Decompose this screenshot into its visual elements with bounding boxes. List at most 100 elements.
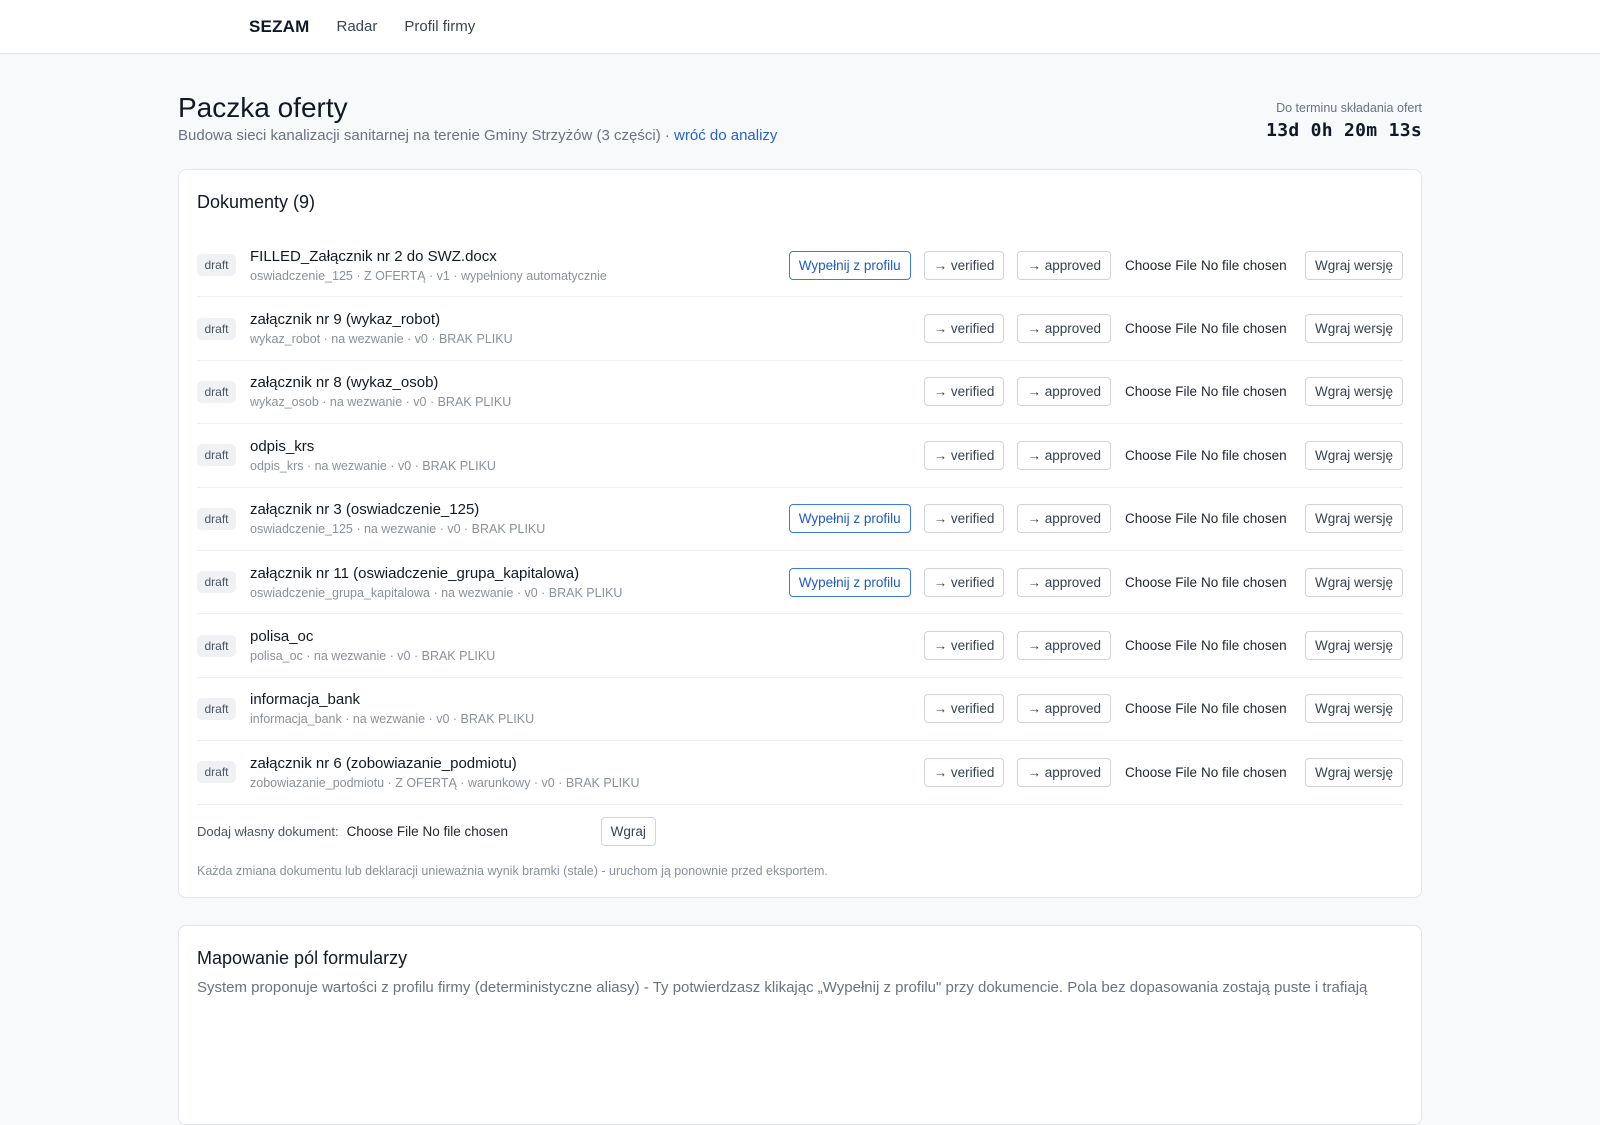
top-navigation: SEZAM Radar Profil firmy <box>0 0 1600 54</box>
mark-verified-button[interactable]: → verified <box>923 504 1005 534</box>
upload-version-button[interactable]: Wgraj wersję <box>1304 440 1403 470</box>
document-name: odpis_krs <box>250 437 315 455</box>
mark-approved-button[interactable]: → approved <box>1017 377 1111 407</box>
version-file-input[interactable]: Choose File No file chosen <box>1125 321 1305 336</box>
fill-from-profile-button[interactable]: Wypełnij z profilu <box>788 250 911 280</box>
upload-version-button[interactable]: Wgraj wersję <box>1304 694 1403 724</box>
main-content: Paczka oferty Budowa sieci kanalizacji s… <box>178 54 1422 1125</box>
mark-approved-button[interactable]: → approved <box>1017 250 1111 280</box>
document-row: draft załącznik nr 9 (wykaz_robot) wykaz… <box>197 297 1403 361</box>
version-file-input[interactable]: Choose File No file chosen <box>1125 258 1305 273</box>
no-file-label: No file chosen <box>1201 764 1287 780</box>
no-file-label: No file chosen <box>1201 384 1287 400</box>
document-row: draft polisa_oc polisa_oc · na wezwanie … <box>197 614 1403 678</box>
choose-file-label: Choose File <box>1124 384 1198 400</box>
page-header: Paczka oferty Budowa sieci kanalizacji s… <box>178 54 1422 169</box>
status-badge: draft <box>197 317 236 340</box>
document-meta: wykaz_osob · na wezwanie · v0 · BRAK PLI… <box>250 395 512 410</box>
no-file-label: No file chosen <box>1201 701 1287 717</box>
mark-approved-button[interactable]: → approved <box>1017 314 1111 344</box>
document-actions: Wypełnij z profilu → verified → approved… <box>788 567 1403 597</box>
nav-link-radar[interactable]: Radar <box>337 18 378 35</box>
field-mapping-card: Mapowanie pól formularzy System proponuj… <box>178 925 1422 1125</box>
choose-file-label: Choose File <box>1124 701 1198 717</box>
mark-verified-button[interactable]: → verified <box>923 314 1005 344</box>
upload-version-button[interactable]: Wgraj wersję <box>1304 250 1403 280</box>
version-file-input[interactable]: Choose File No file chosen <box>1125 701 1305 716</box>
mark-verified-button[interactable]: → verified <box>923 377 1005 407</box>
choose-file-label: Choose File <box>1124 574 1198 590</box>
version-file-input[interactable]: Choose File No file chosen <box>1125 384 1305 399</box>
upload-version-button[interactable]: Wgraj wersję <box>1304 567 1403 597</box>
status-badge: draft <box>197 507 236 530</box>
document-actions: → verified → approved Choose File No file… <box>923 314 1403 344</box>
mark-verified-button[interactable]: → verified <box>923 694 1005 724</box>
add-document-label: Dodaj własny dokument: <box>197 824 339 840</box>
document-name: FILLED_Załącznik nr 2 do SWZ.docx <box>250 247 497 265</box>
page-title: Paczka oferty <box>178 92 348 123</box>
add-document-file-input[interactable]: Choose File No file chosen <box>347 824 601 839</box>
document-list: draft FILLED_Załącznik nr 2 do SWZ.docx … <box>197 234 1403 805</box>
choose-file-label: Choose File <box>1124 257 1198 273</box>
choose-file-label: Choose File <box>346 824 419 840</box>
status-badge: draft <box>197 634 236 657</box>
upload-version-button[interactable]: Wgraj wersję <box>1304 757 1403 787</box>
document-name: załącznik nr 9 (wykaz_robot) <box>250 311 441 329</box>
add-custom-document: Dodaj własny dokument: Choose File No fi… <box>197 817 1403 847</box>
mark-verified-button[interactable]: → verified <box>923 440 1005 470</box>
document-row: draft informacja_bank informacja_bank · … <box>197 678 1403 742</box>
mark-verified-button[interactable]: → verified <box>923 250 1005 280</box>
version-file-input[interactable]: Choose File No file chosen <box>1125 575 1305 590</box>
version-file-input[interactable]: Choose File No file chosen <box>1125 638 1305 653</box>
fill-from-profile-button[interactable]: Wypełnij z profilu <box>788 567 911 597</box>
document-meta: wykaz_robot · na wezwanie · v0 · BRAK PL… <box>250 332 513 347</box>
document-actions: → verified → approved Choose File No file… <box>923 440 1403 470</box>
document-name: polisa_oc <box>250 628 314 646</box>
mark-verified-button[interactable]: → verified <box>923 757 1005 787</box>
choose-file-label: Choose File <box>1124 638 1198 654</box>
tender-name: Budowa sieci kanalizacji sanitarnej na t… <box>178 127 675 144</box>
document-actions: → verified → approved Choose File No file… <box>923 757 1403 787</box>
document-info: załącznik nr 9 (wykaz_robot) wykaz_robot… <box>250 311 924 346</box>
version-file-input[interactable]: Choose File No file chosen <box>1125 448 1305 463</box>
document-actions: → verified → approved Choose File No file… <box>923 694 1403 724</box>
document-info: polisa_oc polisa_oc · na wezwanie · v0 ·… <box>250 628 924 663</box>
mark-verified-button[interactable]: → verified <box>923 631 1005 661</box>
document-actions: → verified → approved Choose File No file… <box>923 377 1403 407</box>
document-row: draft załącznik nr 8 (wykaz_osob) wykaz_… <box>197 361 1403 425</box>
mark-approved-button[interactable]: → approved <box>1017 440 1111 470</box>
document-info: załącznik nr 11 (oswiadczenie_grupa_kapi… <box>250 565 789 600</box>
mark-approved-button[interactable]: → approved <box>1017 504 1111 534</box>
upload-version-button[interactable]: Wgraj wersję <box>1304 631 1403 661</box>
document-name: informacja_bank <box>250 691 361 709</box>
upload-version-button[interactable]: Wgraj wersję <box>1304 377 1403 407</box>
version-file-input[interactable]: Choose File No file chosen <box>1125 765 1305 780</box>
brand-logo[interactable]: SEZAM <box>249 17 310 37</box>
mark-verified-button[interactable]: → verified <box>923 567 1005 597</box>
stale-gate-note: Każda zmiana dokumentu lub deklaracji un… <box>197 863 828 878</box>
mark-approved-button[interactable]: → approved <box>1017 631 1111 661</box>
status-badge: draft <box>197 254 236 277</box>
choose-file-label: Choose File <box>1124 511 1198 527</box>
no-file-label: No file chosen <box>1201 638 1287 654</box>
mark-approved-button[interactable]: → approved <box>1017 757 1111 787</box>
add-document-upload-button[interactable]: Wgraj <box>600 817 656 847</box>
upload-version-button[interactable]: Wgraj wersję <box>1304 314 1403 344</box>
choose-file-label: Choose File <box>1124 764 1198 780</box>
mark-approved-button[interactable]: → approved <box>1017 567 1111 597</box>
status-badge: draft <box>197 697 236 720</box>
choose-file-label: Choose File <box>1124 447 1198 463</box>
deadline-label: Do terminu składania ofert <box>1276 101 1422 115</box>
upload-version-button[interactable]: Wgraj wersję <box>1304 504 1403 534</box>
document-meta: informacja_bank · na wezwanie · v0 · BRA… <box>250 712 535 727</box>
choose-file-label: Choose File <box>1124 321 1198 337</box>
nav-link-company-profile[interactable]: Profil firmy <box>404 18 475 35</box>
version-file-input[interactable]: Choose File No file chosen <box>1125 511 1305 526</box>
document-meta: oswiadczenie_125 · Z OFERTĄ · v1 · wypeł… <box>250 268 607 283</box>
document-name: załącznik nr 3 (oswiadczenie_125) <box>250 501 480 519</box>
fill-from-profile-button[interactable]: Wypełnij z profilu <box>788 504 911 534</box>
status-badge: draft <box>197 444 236 467</box>
back-to-analysis-link[interactable]: wróć do analizy <box>674 127 777 144</box>
mark-approved-button[interactable]: → approved <box>1017 694 1111 724</box>
document-info: załącznik nr 8 (wykaz_osob) wykaz_osob ·… <box>250 374 924 409</box>
